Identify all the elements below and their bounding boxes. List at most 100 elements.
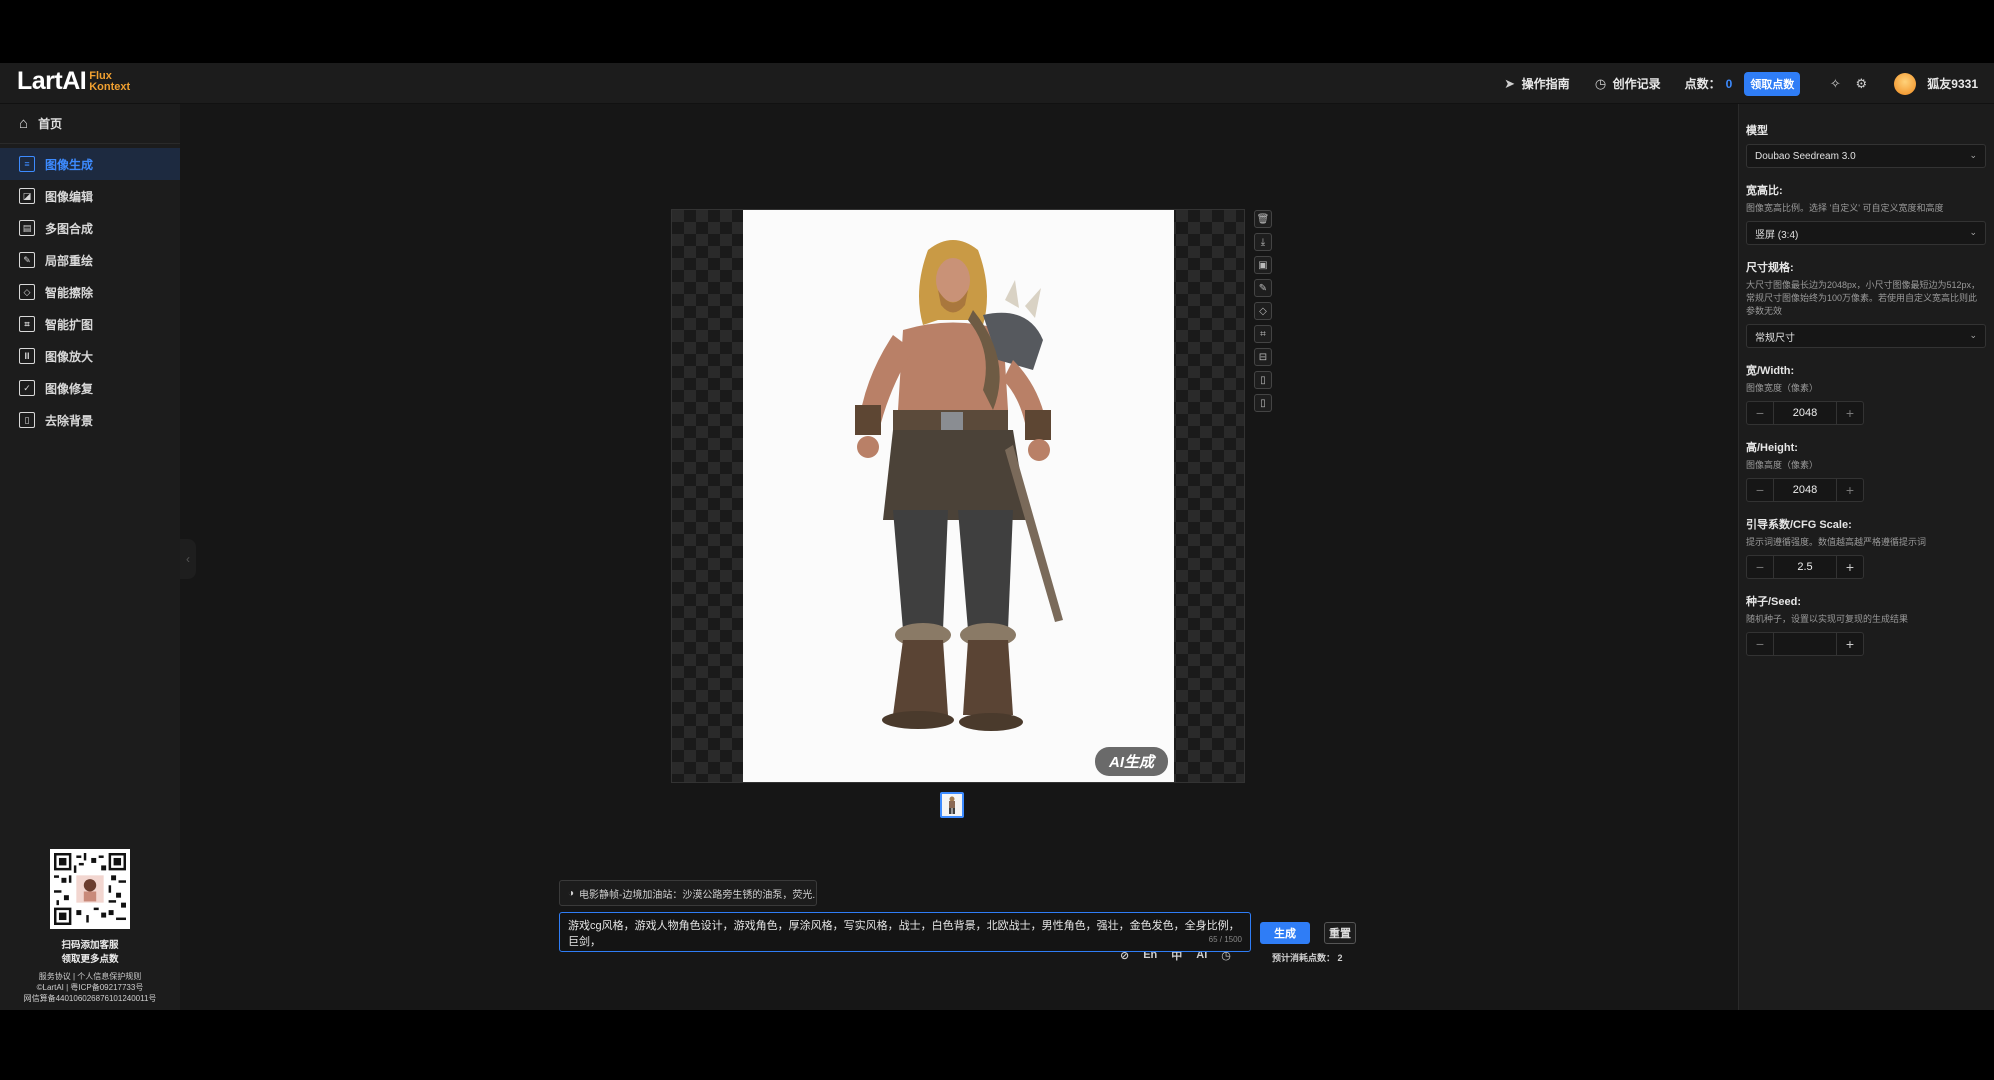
seed-decrement-button[interactable]: − xyxy=(1747,633,1773,655)
user-menu[interactable]: 狐友9331 xyxy=(1894,72,1978,95)
remove-bg-button[interactable]: ▯ xyxy=(1254,394,1272,412)
warrior-illustration xyxy=(743,210,1174,782)
cfg-input[interactable]: 2.5 xyxy=(1773,556,1837,578)
guide-link[interactable]: ➤ 操作指南 xyxy=(1503,75,1570,92)
height-decrement-button[interactable]: − xyxy=(1747,479,1773,501)
sidebar-item-label: 图像编辑 xyxy=(45,189,94,204)
image-icon: ▣ xyxy=(1258,259,1268,271)
sidebar-nav: ≡ 图像生成 ◪ 图像编辑 ▤ 多图合成 ✎ 局部重绘 ◇ 智能擦除 ⌗ 智能扩… xyxy=(0,144,180,436)
model-label: 模型 xyxy=(1746,125,1768,137)
top-bar: LartAI Flux Kontext ➤ 操作指南 ◷ 创作记录 点数： 0 领… xyxy=(0,63,1994,104)
sidebar-item-label: 图像放大 xyxy=(45,349,94,364)
qr-caption-1: 扫码添加客服 xyxy=(61,940,119,951)
sparkle-icon: ✧ xyxy=(1829,75,1841,91)
chat-image-icon: ≡ xyxy=(19,156,35,172)
erase-button[interactable]: ◇ xyxy=(1254,302,1272,320)
history-thumbnail[interactable] xyxy=(940,792,964,818)
size-select-value: 常规尺寸 xyxy=(1755,332,1795,344)
cfg-increment-button[interactable]: + xyxy=(1837,556,1863,578)
sidebar-collapse-handle[interactable]: ‹ xyxy=(180,539,196,579)
model-select[interactable]: Doubao Seedream 3.0 ⌄ xyxy=(1746,144,1986,168)
width-setting: 宽/Width: 图像宽度（像素） − 2048 + xyxy=(1746,362,1986,425)
sidebar-item-label: 局部重绘 xyxy=(45,253,94,268)
sidebar-item-restore[interactable]: ✓ 图像修复 xyxy=(0,372,180,404)
sidebar-item-image-generate[interactable]: ≡ 图像生成 xyxy=(0,148,180,180)
edit-image-button[interactable]: ▣ xyxy=(1254,256,1272,274)
size-select[interactable]: 常规尺寸 ⌄ xyxy=(1746,324,1986,348)
logo-text: LartAI xyxy=(17,67,87,95)
chevron-down-icon: ⌄ xyxy=(1969,150,1977,160)
generated-image[interactable]: AI生成 xyxy=(743,210,1174,782)
settings-button[interactable]: ⚙ xyxy=(1854,76,1868,91)
sidebar-item-home[interactable]: ⌂ 首页 xyxy=(0,104,180,144)
model-select-value: Doubao Seedream 3.0 xyxy=(1755,150,1856,162)
restore-button[interactable]: ▯ xyxy=(1254,371,1272,389)
sidebar-item-inpaint[interactable]: ✎ 局部重绘 xyxy=(0,244,180,276)
sidebar-item-image-edit[interactable]: ◪ 图像编辑 xyxy=(0,180,180,212)
sidebar-footer: 扫码添加客服 领取更多点数 服务协议 | 个人信息保护规则 ©LartAI | … xyxy=(0,849,180,1004)
seed-label: 种子/Seed: xyxy=(1746,596,1802,608)
height-input[interactable]: 2048 xyxy=(1773,479,1837,501)
footer-police: 网信算备440106026876101240011号 xyxy=(23,994,157,1003)
download-button[interactable]: ⤓ xyxy=(1254,233,1272,251)
upscale-icon: ⊟ xyxy=(1258,351,1268,363)
sidebar-item-upscale[interactable]: II 图像放大 xyxy=(0,340,180,372)
generate-button[interactable]: 生成 xyxy=(1260,922,1310,944)
seed-input[interactable] xyxy=(1773,633,1837,655)
chevron-left-icon: ‹ xyxy=(186,552,190,566)
image-icon: ◪ xyxy=(19,188,35,204)
inpaint-button[interactable]: ✎ xyxy=(1254,279,1272,297)
crop-icon: ⌗ xyxy=(1260,328,1266,340)
avatar xyxy=(1894,72,1917,95)
sidebar-item-label: 多图合成 xyxy=(45,221,94,236)
ratio-select[interactable]: 竖屏 (3:4) ⌄ xyxy=(1746,221,1986,245)
upscale-button[interactable]: ⊟ xyxy=(1254,348,1272,366)
points-display: 点数： 0 xyxy=(1685,75,1733,92)
cfg-setting: 引导系数/CFG Scale: 提示词遵循强度。数值越高越严格遵循提示词 − 2… xyxy=(1746,516,1986,579)
history-link[interactable]: ◷ 创作记录 xyxy=(1594,75,1661,92)
prompt-char-count: 65 / 1500 xyxy=(1208,935,1242,944)
theme-toggle[interactable]: ✧ xyxy=(1828,75,1842,91)
image-canvas: AI生成 xyxy=(671,209,1245,783)
cfg-description: 提示词遵循强度。数值越高越严格遵循提示词 xyxy=(1746,537,1927,547)
claim-points-button[interactable]: 领取点数 xyxy=(1744,71,1801,96)
seed-stepper: − + xyxy=(1746,632,1864,656)
width-increment-button[interactable]: + xyxy=(1837,402,1863,424)
logo[interactable]: LartAI Flux Kontext xyxy=(17,67,130,96)
width-decrement-button[interactable]: − xyxy=(1747,402,1773,424)
sidebar-item-outpaint[interactable]: ⌗ 智能扩图 xyxy=(0,308,180,340)
ai-generated-badge: AI生成 xyxy=(1094,747,1168,776)
top-right-actions: ➤ 操作指南 ◷ 创作记录 点数： 0 领取点数 ✧ ⚙ 狐友9331 xyxy=(1479,63,1978,104)
height-setting: 高/Height: 图像高度（像素） − 2048 + xyxy=(1746,439,1986,502)
seed-setting: 种子/Seed: 随机种子，设置以实现可复现的生成结果 − + xyxy=(1746,593,1986,656)
width-description: 图像宽度（像素） xyxy=(1746,383,1819,393)
seed-increment-button[interactable]: + xyxy=(1837,633,1863,655)
sidebar-item-label: 智能扩图 xyxy=(45,317,94,332)
guide-label: 操作指南 xyxy=(1521,77,1570,91)
download-icon: ⤓ xyxy=(1260,236,1266,248)
width-input[interactable]: 2048 xyxy=(1773,402,1837,424)
height-label: 高/Height: xyxy=(1746,442,1798,454)
outpaint-button[interactable]: ⌗ xyxy=(1254,325,1272,343)
home-icon: ⌂ xyxy=(19,115,29,132)
prompt-input[interactable]: 游戏cg风格，游戏人物角色设计，游戏角色，厚涂风格，写实风格，战士，白色背景，北… xyxy=(559,912,1251,952)
document-icon: ▯ xyxy=(1260,374,1266,386)
trash-icon: 🗑 xyxy=(1256,213,1270,225)
sidebar-item-remove-bg[interactable]: ▯ 去除背景 xyxy=(0,404,180,436)
sidebar-item-erase[interactable]: ◇ 智能擦除 xyxy=(0,276,180,308)
height-increment-button[interactable]: + xyxy=(1837,479,1863,501)
cfg-decrement-button[interactable]: − xyxy=(1747,556,1773,578)
sidebar-item-label: 图像修复 xyxy=(45,381,94,396)
qr-caption-2: 领取更多点数 xyxy=(61,954,119,965)
sidebar-item-multi-compose[interactable]: ▤ 多图合成 xyxy=(0,212,180,244)
chevron-down-icon: ⌄ xyxy=(1969,330,1977,340)
send-icon: ➤ xyxy=(1504,75,1516,91)
prompt-preset-selector[interactable]: ◑ 电影静帧-边境加油站：沙漠公路旁生锈的油泵，荧光... xyxy=(559,880,817,906)
footer-links[interactable]: 服务协议 | 个人信息保护规则 xyxy=(0,971,180,982)
crop-icon: ⌗ xyxy=(19,316,35,332)
repair-icon: ✓ xyxy=(19,380,35,396)
sidebar: ⌂ 首页 ≡ 图像生成 ◪ 图像编辑 ▤ 多图合成 ✎ 局部重绘 ◇ 智能擦除 xyxy=(0,104,180,1010)
chevron-down-icon: ⌄ xyxy=(1969,227,1977,237)
delete-button[interactable]: 🗑 xyxy=(1254,210,1272,228)
reset-button[interactable]: 重置 xyxy=(1324,922,1356,944)
